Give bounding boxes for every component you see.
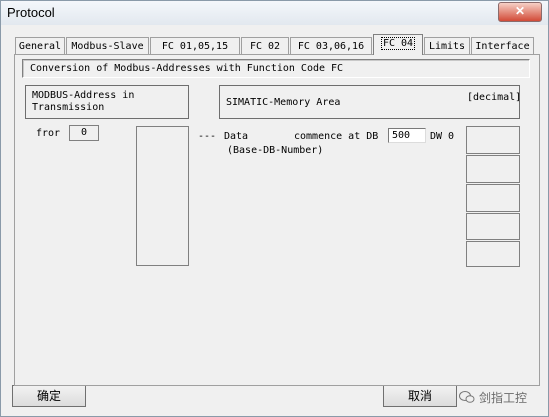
db-number-input[interactable]: 500 <box>388 128 426 143</box>
modbus-address-header: MODBUS-Address in Transmission <box>25 85 189 119</box>
ok-button[interactable]: 确定 <box>12 385 86 407</box>
modbus-address-label: MODBUS-Address in <box>32 90 135 101</box>
simatic-memory-label: SIMATIC-Memory Area <box>226 97 341 108</box>
decimal-label: [decimal] <box>467 92 522 103</box>
dw-slot-2 <box>466 155 520 183</box>
commence-label: commence at DB <box>294 131 379 142</box>
cancel-button[interactable]: 取消 <box>383 385 457 407</box>
tab-fc-03-06-16[interactable]: FC 03,06,16 <box>290 37 372 54</box>
wechat-icon <box>459 391 475 403</box>
close-icon: ✕ <box>514 4 526 18</box>
watermark-text: 剑指工控 <box>479 391 528 405</box>
modbus-range-box <box>136 126 189 266</box>
tab-fc-04[interactable]: FC 04 <box>373 34 423 55</box>
tab-fc-01-05-15[interactable]: FC 01,05,15 <box>150 37 240 54</box>
dw-slot-4 <box>466 213 520 240</box>
window-title: Protocol <box>7 5 55 20</box>
base-db-label: (Base-DB-Number) <box>227 145 324 156</box>
from-label: fror <box>36 128 61 139</box>
tab-interface[interactable]: Interface <box>471 37 534 54</box>
fc04-panel: Conversion of Modbus-Addresses with Func… <box>14 54 540 386</box>
protocol-dialog: Protocol ✕ General Modbus-Slave FC 01,05… <box>0 0 549 417</box>
conversion-heading: Conversion of Modbus-Addresses with Func… <box>30 63 344 74</box>
dialog-client: General Modbus-Slave FC 01,05,15 FC 02 F… <box>6 27 544 412</box>
tab-fc-02[interactable]: FC 02 <box>241 37 289 54</box>
tab-modbus-slave[interactable]: Modbus-Slave <box>66 37 149 54</box>
dw-label: DW 0 <box>430 131 455 142</box>
title-bar: Protocol ✕ <box>1 1 548 25</box>
dw-slot-3 <box>466 184 520 212</box>
watermark: 剑指工控 <box>459 388 541 406</box>
tab-limits[interactable]: Limits <box>424 37 470 54</box>
close-button[interactable]: ✕ <box>498 2 542 22</box>
from-value-field[interactable]: 0 <box>69 125 99 141</box>
dw-slot-5 <box>466 241 520 267</box>
tab-general[interactable]: General <box>15 37 65 54</box>
dw-slot-1 <box>466 126 520 154</box>
dash-text: --- <box>198 131 217 142</box>
simatic-memory-header: SIMATIC-Memory Area [decimal] <box>219 85 522 119</box>
transmission-label: Transmission <box>32 102 105 113</box>
heading-frame: Conversion of Modbus-Addresses with Func… <box>22 59 530 78</box>
data-label: Data <box>224 131 249 142</box>
